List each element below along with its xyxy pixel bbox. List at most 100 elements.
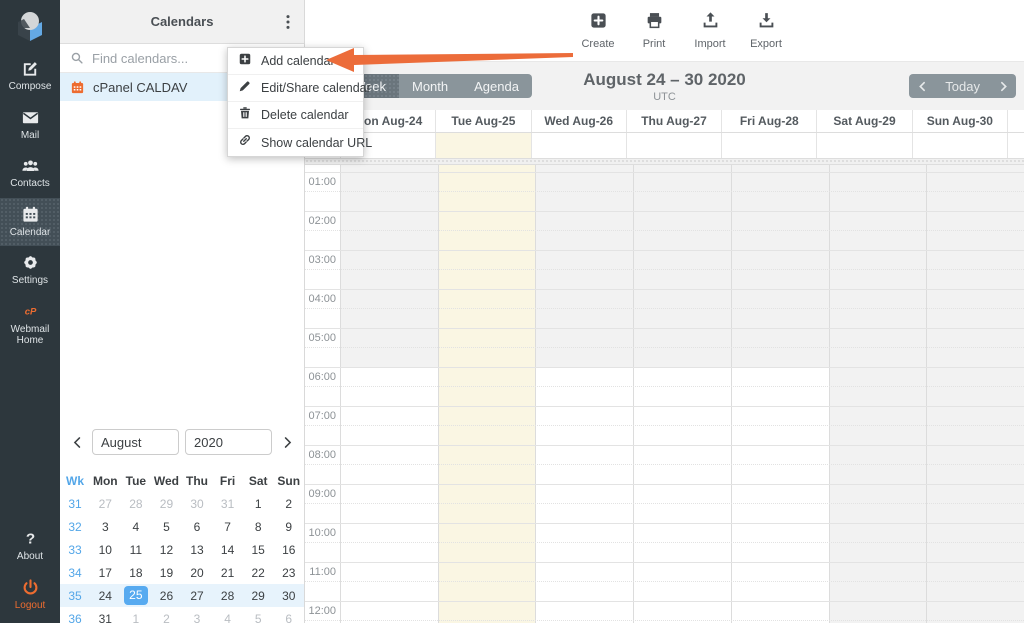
create-button[interactable]: Create — [577, 11, 619, 50]
mini-calendar-day[interactable]: 4 — [121, 520, 152, 534]
mini-calendar-day[interactable]: 26 — [151, 589, 182, 603]
mini-calendar-day[interactable]: 14 — [212, 543, 243, 557]
mini-calendar-day[interactable]: 13 — [182, 543, 213, 557]
mini-calendar-week-35: 3524252627282930 — [60, 584, 304, 607]
day-column-sun-aug-30[interactable] — [926, 165, 1024, 623]
mini-calendar-day[interactable]: 11 — [121, 543, 152, 557]
sidebar-item-about[interactable]: ?About — [0, 522, 60, 571]
day-column-sat-aug-29[interactable] — [829, 165, 927, 623]
menu-item-delete-calendar[interactable]: Delete calendar — [228, 102, 363, 129]
mini-calendar-day[interactable]: 3 — [90, 520, 121, 534]
sidebar-item-label: Settings — [12, 275, 48, 287]
mini-calendar-day[interactable]: 19 — [151, 566, 182, 580]
sidebar-item-webmail-home[interactable]: cPWebmail Home — [0, 295, 60, 355]
day-header-sun-aug-30[interactable]: Sun Aug-30 — [912, 110, 1007, 132]
all-day-cell-thu-aug-27[interactable] — [626, 133, 721, 158]
today-button[interactable]: Today — [935, 79, 990, 94]
day-column-tue-aug-25[interactable] — [438, 165, 536, 623]
next-month-button[interactable] — [278, 430, 296, 454]
mini-calendar-day[interactable]: 24 — [90, 589, 121, 603]
webmail-logo[interactable] — [0, 0, 60, 52]
prev-month-button[interactable] — [68, 430, 86, 454]
mini-calendar-day[interactable]: 29 — [151, 497, 182, 511]
menu-item-add-calendar[interactable]: Add calendar — [228, 48, 363, 75]
day-header-sat-aug-29[interactable]: Sat Aug-29 — [816, 110, 911, 132]
mini-calendar-day[interactable]: 29 — [243, 589, 274, 603]
mini-calendar-day[interactable]: 31 — [212, 497, 243, 511]
chevron-left-icon — [71, 436, 84, 449]
sidebar-item-logout[interactable]: Logout — [0, 571, 60, 620]
chevron-right-icon — [281, 436, 294, 449]
mini-calendar-day[interactable]: 1 — [121, 612, 152, 623]
all-day-cell-wed-aug-26[interactable] — [531, 133, 626, 158]
mini-calendar-day[interactable]: 6 — [273, 612, 304, 623]
day-header-wed-aug-26[interactable]: Wed Aug-26 — [531, 110, 626, 132]
mini-calendar-day[interactable]: 23 — [273, 566, 304, 580]
time-label: 12:00 — [305, 605, 336, 617]
mini-calendar-day[interactable]: 25 — [121, 586, 152, 605]
mini-calendar-day[interactable]: 12 — [151, 543, 182, 557]
menu-item-show-calendar-url[interactable]: Show calendar URL — [228, 129, 363, 156]
mini-calendar-day[interactable]: 8 — [243, 520, 274, 534]
year-input[interactable] — [185, 429, 272, 455]
sidebar-item-mail[interactable]: Mail — [0, 101, 60, 150]
mini-calendar-day[interactable]: 28 — [121, 497, 152, 511]
mini-calendar-day[interactable]: 9 — [273, 520, 304, 534]
mini-calendar-day[interactable]: 20 — [182, 566, 213, 580]
week-number: 32 — [60, 520, 90, 534]
mini-calendar-day[interactable]: 17 — [90, 566, 121, 580]
sidebar-item-contacts[interactable]: Contacts — [0, 149, 60, 198]
day-column-fri-aug-28[interactable] — [731, 165, 829, 623]
mini-calendar-day[interactable]: 31 — [90, 612, 121, 623]
mini-calendar-header-sun: Sun — [273, 474, 304, 488]
print-button[interactable]: Print — [633, 11, 675, 50]
mini-calendar-day[interactable]: 15 — [243, 543, 274, 557]
mini-calendar-day[interactable]: 27 — [182, 589, 213, 603]
day-column-thu-aug-27[interactable] — [633, 165, 731, 623]
next-week-button[interactable] — [990, 74, 1016, 98]
selected-day[interactable]: 25 — [124, 586, 148, 605]
sidebar-item-label: Webmail Home — [2, 324, 58, 347]
mini-calendar-day[interactable]: 30 — [182, 497, 213, 511]
mini-calendar-day[interactable]: 1 — [243, 497, 274, 511]
grid-gutter — [1007, 133, 1024, 158]
mini-calendar-day[interactable]: 5 — [151, 520, 182, 534]
day-header-fri-aug-28[interactable]: Fri Aug-28 — [721, 110, 816, 132]
mini-calendar-day[interactable]: 2 — [273, 497, 304, 511]
day-header-tue-aug-25[interactable]: Tue Aug-25 — [435, 110, 530, 132]
prev-week-button[interactable] — [909, 74, 935, 98]
mini-calendar-day[interactable]: 30 — [273, 589, 304, 603]
sidebar-item-settings[interactable]: Settings — [0, 246, 60, 295]
all-day-cell-tue-aug-25[interactable] — [435, 133, 530, 158]
export-button[interactable]: Export — [745, 11, 787, 50]
chevron-left-icon — [917, 81, 928, 92]
menu-item-edit-share-calendar[interactable]: Edit/Share calendar — [228, 75, 363, 102]
mini-calendar-day[interactable]: 4 — [212, 612, 243, 623]
svg-text:?: ? — [25, 531, 34, 548]
sidebar-item-calendar[interactable]: Calendar — [0, 198, 60, 247]
all-day-cell-sun-aug-30[interactable] — [912, 133, 1007, 158]
mini-calendar-day[interactable]: 22 — [243, 566, 274, 580]
mini-calendar-day[interactable]: 6 — [182, 520, 213, 534]
mini-calendar-day[interactable]: 21 — [212, 566, 243, 580]
day-header-thu-aug-27[interactable]: Thu Aug-27 — [626, 110, 721, 132]
mini-calendar-day[interactable]: 27 — [90, 497, 121, 511]
mini-calendar-day[interactable]: 10 — [90, 543, 121, 557]
mini-calendar-day[interactable]: 16 — [273, 543, 304, 557]
mini-calendar-day[interactable]: 3 — [182, 612, 213, 623]
day-column-mon-aug-24[interactable] — [340, 165, 438, 623]
mini-calendar-day[interactable]: 2 — [151, 612, 182, 623]
all-day-cell-fri-aug-28[interactable] — [721, 133, 816, 158]
day-column-wed-aug-26[interactable] — [535, 165, 633, 623]
import-button[interactable]: Import — [689, 11, 731, 50]
mini-calendar-day[interactable]: 5 — [243, 612, 274, 623]
calendars-options-button[interactable] — [276, 10, 300, 34]
view-tab-month[interactable]: Month — [399, 74, 461, 98]
mini-calendar-day[interactable]: 28 — [212, 589, 243, 603]
mini-calendar-day[interactable]: 18 — [121, 566, 152, 580]
all-day-cell-sat-aug-29[interactable] — [816, 133, 911, 158]
month-input[interactable] — [92, 429, 179, 455]
mini-calendar-day[interactable]: 7 — [212, 520, 243, 534]
view-tab-agenda[interactable]: Agenda — [461, 74, 532, 98]
sidebar-item-compose[interactable]: Compose — [0, 52, 60, 101]
